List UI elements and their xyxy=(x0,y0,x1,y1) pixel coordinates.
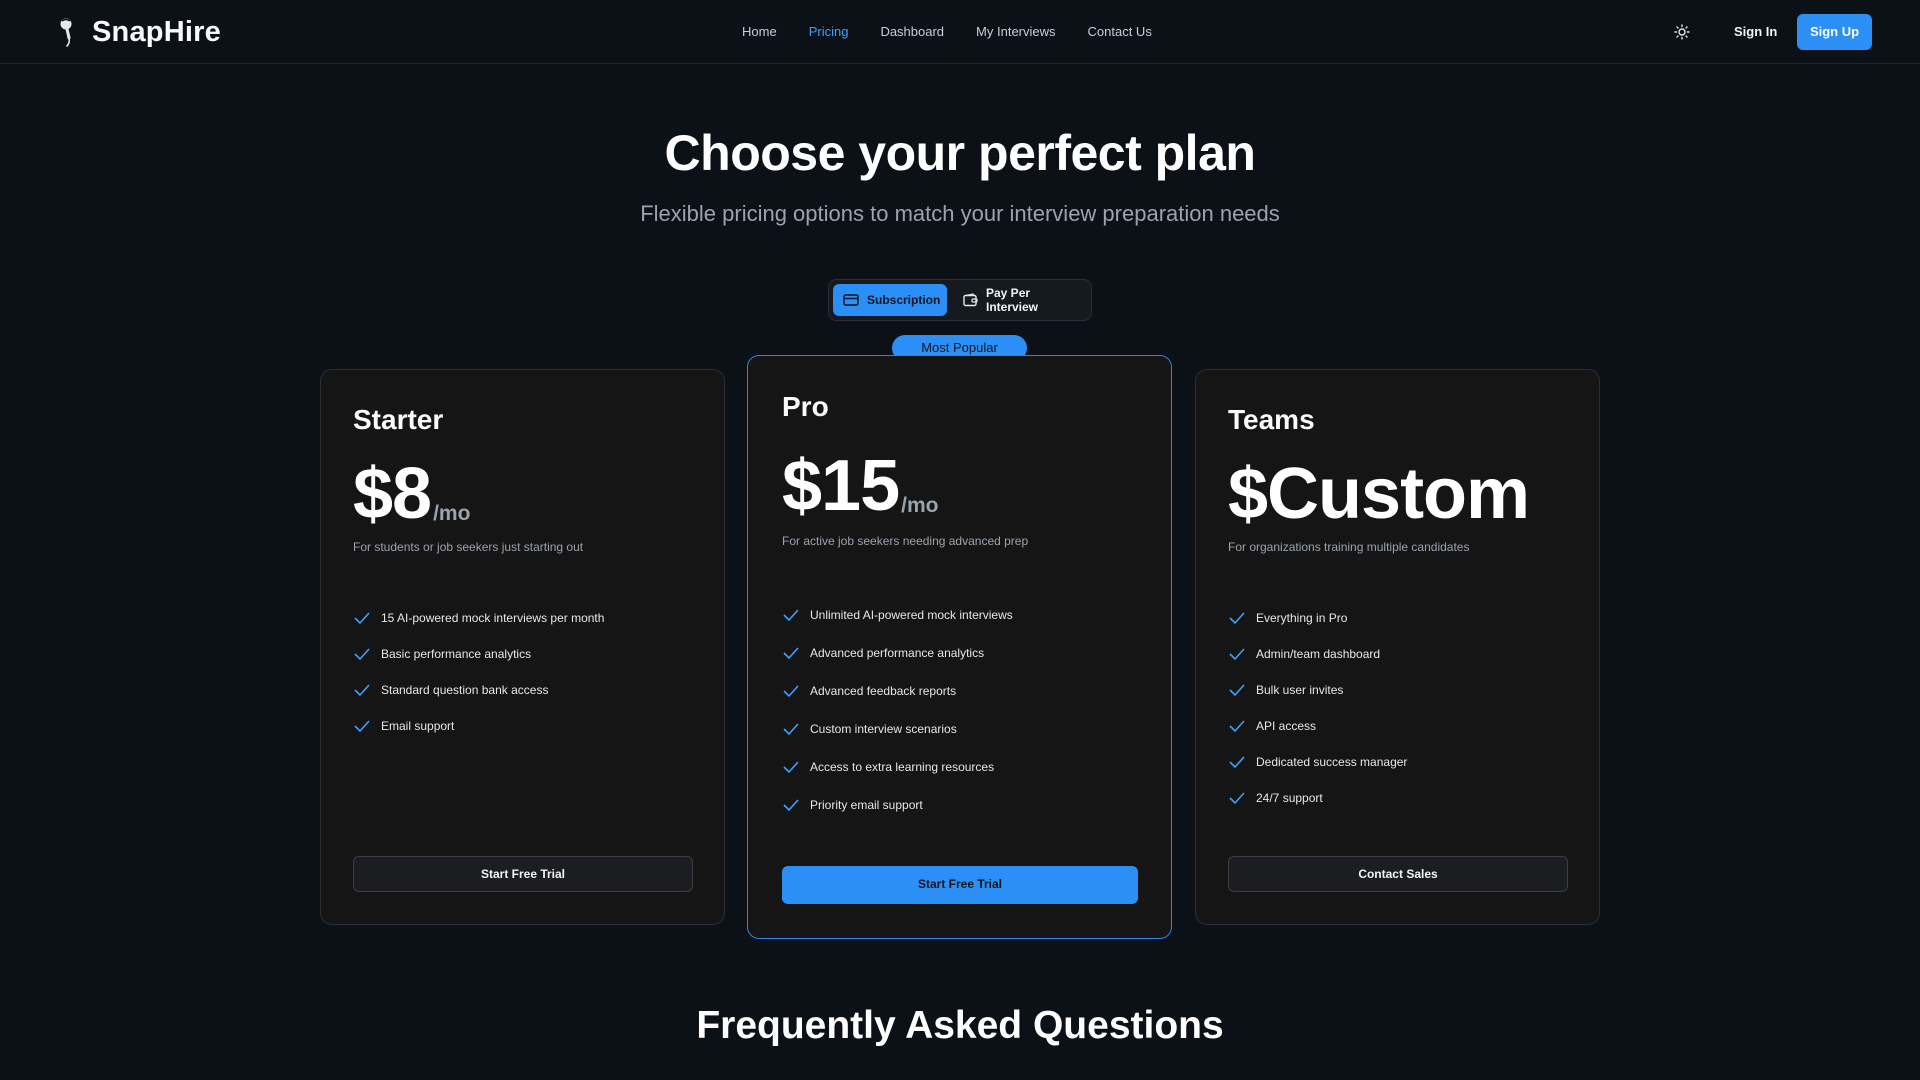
microphone-logo-icon xyxy=(60,18,72,47)
sign-in-link[interactable]: Sign In xyxy=(1722,20,1789,44)
top-navigation-bar: SnapHire Home Pricing Dashboard My Inter… xyxy=(0,0,1920,64)
feature-text: 24/7 support xyxy=(1256,791,1323,805)
wallet-icon xyxy=(963,293,978,307)
check-icon xyxy=(1229,792,1245,805)
brand[interactable]: SnapHire xyxy=(56,14,221,50)
sun-icon xyxy=(1674,24,1690,40)
feature-item: Dedicated success manager xyxy=(1228,744,1407,780)
plan-name: Starter xyxy=(353,404,444,435)
subscription-tab[interactable]: Subscription xyxy=(833,284,947,316)
feature-item: Bulk user invites xyxy=(1228,672,1407,708)
feature-list: 15 AI-powered mock interviews per month … xyxy=(353,600,604,744)
feature-text: Admin/team dashboard xyxy=(1256,647,1381,661)
price-amount: $15 xyxy=(782,446,900,526)
price-unit: /mo xyxy=(901,494,939,517)
feature-item: Access to extra learning resources xyxy=(782,748,1013,786)
contact-sales-button[interactable]: Contact Sales xyxy=(1228,856,1568,892)
plan-description: For students or job seekers just startin… xyxy=(353,540,584,554)
check-icon xyxy=(783,723,799,736)
feature-item: Email support xyxy=(353,708,604,744)
feature-text: API access xyxy=(1256,719,1317,733)
check-icon xyxy=(783,647,799,660)
feature-text: Custom interview scenarios xyxy=(810,722,957,736)
feature-item: Custom interview scenarios xyxy=(782,710,1013,748)
plan-price: $Custom xyxy=(1228,454,1530,534)
main-nav: Home Pricing Dashboard My Interviews Con… xyxy=(726,22,1168,42)
check-icon xyxy=(783,609,799,622)
price-unit: /mo xyxy=(433,502,471,525)
feature-text: Standard question bank access xyxy=(381,683,549,697)
feature-item: 24/7 support xyxy=(1228,780,1407,816)
feature-item: Admin/team dashboard xyxy=(1228,636,1407,672)
feature-item: Unlimited AI-powered mock interviews xyxy=(782,596,1013,634)
nav-home[interactable]: Home xyxy=(726,22,793,42)
feature-text: Access to extra learning resources xyxy=(810,760,995,774)
plan-name: Pro xyxy=(782,391,829,422)
feature-item: 15 AI-powered mock interviews per month xyxy=(353,600,604,636)
theme-toggle-button[interactable] xyxy=(1672,22,1692,42)
billing-mode-toggle: Subscription Pay Per Interview xyxy=(828,279,1092,321)
start-free-trial-button[interactable]: Start Free Trial xyxy=(782,866,1138,904)
feature-text: 15 AI-powered mock interviews per month xyxy=(381,611,605,625)
check-icon xyxy=(1229,756,1245,769)
check-icon xyxy=(354,612,370,625)
credit-card-icon xyxy=(843,294,859,306)
check-icon xyxy=(354,720,370,733)
plan-description: For active job seekers needing advanced … xyxy=(782,534,1029,548)
faq-heading: Frequently Asked Questions xyxy=(696,1004,1224,1047)
check-icon xyxy=(1229,612,1245,625)
feature-text: Unlimited AI-powered mock interviews xyxy=(810,608,1013,622)
plan-card-teams: Teams $Custom For organizations training… xyxy=(1195,369,1600,925)
feature-text: Advanced feedback reports xyxy=(810,684,957,698)
feature-text: Priority email support xyxy=(810,798,923,812)
pay-per-interview-tab[interactable]: Pay Per Interview xyxy=(953,284,1089,316)
check-icon xyxy=(783,799,799,812)
subscription-tab-label: Subscription xyxy=(867,293,941,307)
plan-card-pro: Pro $15 /mo For active job seekers needi… xyxy=(747,355,1172,939)
feature-text: Basic performance analytics xyxy=(381,647,532,661)
nav-dashboard[interactable]: Dashboard xyxy=(864,22,960,42)
check-icon xyxy=(783,761,799,774)
nav-contact-us[interactable]: Contact Us xyxy=(1072,22,1168,42)
check-icon xyxy=(1229,720,1245,733)
feature-text: Email support xyxy=(381,719,455,733)
price-amount: $Custom xyxy=(1228,454,1530,534)
plan-price: $8 /mo xyxy=(353,458,470,530)
feature-item: Advanced performance analytics xyxy=(782,634,1013,672)
feature-text: Bulk user invites xyxy=(1256,683,1344,697)
check-icon xyxy=(783,685,799,698)
feature-text: Everything in Pro xyxy=(1256,611,1348,625)
price-amount: $8 xyxy=(353,454,432,534)
start-free-trial-button[interactable]: Start Free Trial xyxy=(353,856,693,892)
check-icon xyxy=(1229,684,1245,697)
feature-text: Advanced performance analytics xyxy=(810,646,985,660)
check-icon xyxy=(1229,648,1245,661)
brand-name: SnapHire xyxy=(92,15,221,48)
plan-name: Teams xyxy=(1228,404,1315,435)
nav-my-interviews[interactable]: My Interviews xyxy=(960,22,1071,42)
feature-item: API access xyxy=(1228,708,1407,744)
page-title: Choose your perfect plan xyxy=(664,125,1256,181)
feature-item: Advanced feedback reports xyxy=(782,672,1013,710)
feature-item: Everything in Pro xyxy=(1228,600,1407,636)
feature-list: Unlimited AI-powered mock interviews Adv… xyxy=(782,596,1013,824)
pay-per-interview-tab-label: Pay Per Interview xyxy=(986,286,1039,314)
plan-card-starter: Starter $8 /mo For students or job seeke… xyxy=(320,369,725,925)
feature-item: Priority email support xyxy=(782,786,1013,824)
feature-list: Everything in Pro Admin/team dashboard B… xyxy=(1228,600,1407,816)
feature-item: Basic performance analytics xyxy=(353,636,604,672)
check-icon xyxy=(354,684,370,697)
plan-price: $15 /mo xyxy=(782,450,938,522)
feature-text: Dedicated success manager xyxy=(1256,755,1408,769)
nav-pricing[interactable]: Pricing xyxy=(793,22,865,42)
page-subtitle: Flexible pricing options to match your i… xyxy=(640,201,1280,226)
feature-item: Standard question bank access xyxy=(353,672,604,708)
sign-up-button[interactable]: Sign Up xyxy=(1797,14,1872,50)
check-icon xyxy=(354,648,370,661)
plan-description: For organizations training multiple cand… xyxy=(1228,540,1470,554)
